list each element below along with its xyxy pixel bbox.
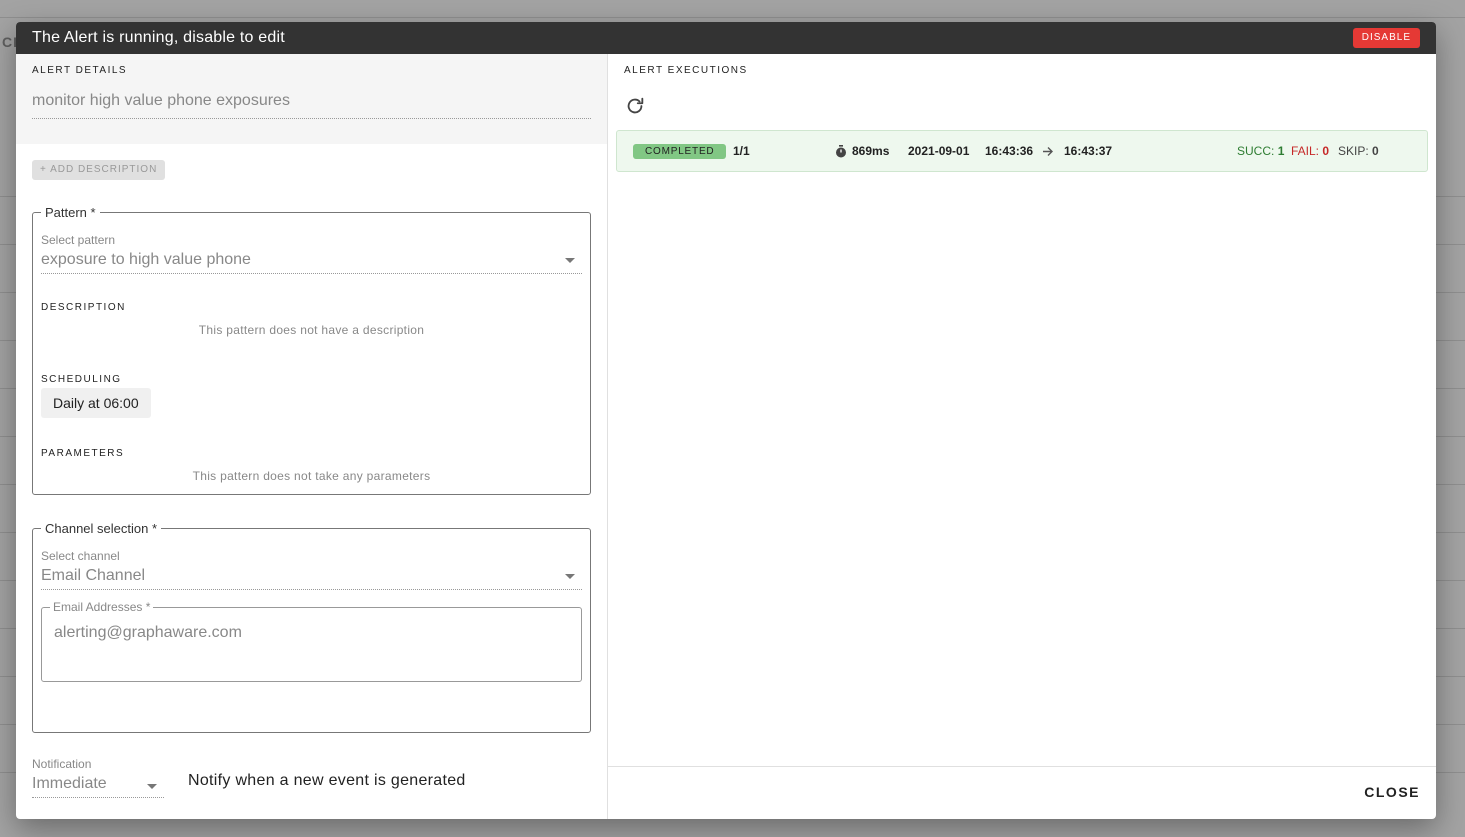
alert-dialog: The Alert is running, disable to edit DI… (16, 22, 1436, 819)
skip-count: 0 (1372, 144, 1379, 158)
parameters-text: This pattern does not take any parameter… (192, 469, 431, 483)
pattern-selected-value: exposure to high value phone (41, 251, 251, 268)
channel-section: Channel selection * Select channel Email… (32, 521, 591, 733)
alert-executions-pane: ALERT EXECUTIONS COMPLETED 1/1 869ms 202… (607, 54, 1436, 819)
add-description-button[interactable]: + ADD DESCRIPTION (32, 160, 166, 180)
pattern-description-text: This pattern does not have a description (198, 323, 425, 337)
alert-name-field[interactable]: monitor high value phone exposures (32, 92, 591, 119)
execution-start-time: 16:43:36 (985, 144, 1034, 158)
skip-label: SKIP: (1338, 144, 1369, 158)
execution-progress: 1/1 (733, 144, 750, 158)
dialog-footer: CLOSE (608, 766, 1436, 819)
succ-label: SUCC: (1237, 144, 1275, 158)
execution-row[interactable]: COMPLETED 1/1 869ms 2021-09-01 16:43:36 … (616, 130, 1428, 172)
channel-select[interactable]: Email Channel (41, 567, 582, 590)
succ-count: 1 (1277, 144, 1285, 158)
refresh-icon[interactable] (624, 95, 646, 117)
dialog-title-bar: The Alert is running, disable to edit DI… (16, 22, 1436, 54)
alert-executions-label: ALERT EXECUTIONS (624, 65, 748, 76)
status-badge: COMPLETED (633, 144, 727, 159)
email-addresses-legend: Email Addresses * (53, 600, 151, 614)
email-addresses-value: alerting@graphaware.com (54, 624, 242, 641)
chevron-down-icon[interactable] (565, 258, 575, 263)
scheduling-label: SCHEDULING (41, 374, 122, 385)
execution-duration: 869ms (852, 144, 890, 158)
notification-select[interactable]: Immediate (32, 775, 164, 798)
background-divider (0, 17, 1465, 18)
scheduling-chip: Daily at 06:00 (41, 388, 151, 418)
pattern-legend: Pattern * (45, 205, 96, 220)
parameters-label: PARAMETERS (41, 448, 125, 459)
alert-details-pane: ALERT DETAILS monitor high value phone e… (16, 54, 607, 819)
notification-selected-value: Immediate (32, 775, 107, 792)
execution-end-time: 16:43:37 (1064, 144, 1113, 158)
succ-stat: SUCC: 1 (1237, 144, 1284, 158)
description-label: DESCRIPTION (41, 302, 126, 313)
notification-label: Notification (32, 757, 92, 771)
dialog-title: The Alert is running, disable to edit (32, 29, 285, 46)
fail-label: FAIL: (1291, 144, 1320, 158)
alert-details-header: ALERT DETAILS monitor high value phone e… (16, 54, 607, 144)
execution-date: 2021-09-01 (908, 144, 970, 158)
close-button[interactable]: CLOSE (1364, 784, 1420, 800)
select-pattern-label: Select pattern (41, 233, 116, 247)
chevron-down-icon[interactable] (147, 784, 157, 789)
stopwatch-icon (836, 145, 846, 158)
channel-selected-value: Email Channel (41, 567, 146, 584)
disable-button[interactable]: DISABLE (1352, 28, 1420, 48)
arrow-right-icon (1043, 147, 1053, 156)
pattern-select[interactable]: exposure to high value phone (41, 251, 582, 274)
pattern-section: Pattern * Select pattern exposure to hig… (32, 205, 591, 495)
skip-stat: SKIP: 0 (1338, 144, 1379, 158)
fail-stat: FAIL: 0 (1291, 144, 1329, 158)
alert-details-label: ALERT DETAILS (32, 65, 128, 76)
fail-count: 0 (1322, 144, 1330, 158)
select-channel-label: Select channel (41, 549, 120, 563)
notification-description: Notify when a new event is generated (188, 772, 466, 789)
chevron-down-icon[interactable] (565, 574, 575, 579)
channel-legend: Channel selection * (45, 521, 158, 536)
email-addresses-field[interactable]: Email Addresses * alerting@graphaware.co… (41, 600, 582, 682)
